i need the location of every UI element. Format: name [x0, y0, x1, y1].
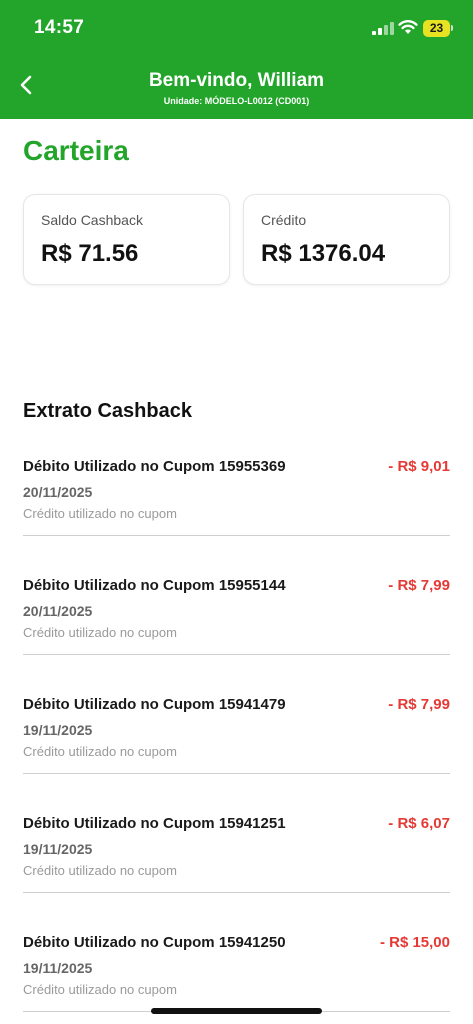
statement-item-date: 20/11/2025 — [23, 603, 93, 619]
statement-item-title: Débito Utilizado no Cupom 15955144 — [23, 577, 286, 594]
statement-item-title: Débito Utilizado no Cupom 15941250 — [23, 934, 286, 951]
credit-value: R$ 1376.04 — [261, 240, 386, 267]
battery-level: 23 — [423, 19, 450, 37]
battery-icon: 23 — [423, 19, 453, 37]
welcome-title: Bem-vindo, William — [148, 70, 325, 91]
home-indicator[interactable] — [151, 1008, 322, 1014]
statement-item-amount: - R$ 7,99 — [388, 577, 450, 594]
statement-item[interactable]: Débito Utilizado no Cupom 15941251 - R$ … — [23, 815, 450, 893]
statement-item-amount: - R$ 7,99 — [388, 696, 450, 713]
app-header: 14:57 23 Bem-vindo, William Unidade: MÓD… — [0, 0, 473, 119]
statement-item[interactable]: Débito Utilizado no Cupom 15955144 - R$ … — [23, 577, 450, 655]
statement-title: Extrato Cashback — [23, 400, 192, 422]
unit-subtitle: Unidade: MÓDELO-L0012 (CD001) — [163, 96, 310, 106]
statement-item-description: Crédito utilizado no cupom — [23, 625, 177, 640]
statement-item[interactable]: Débito Utilizado no Cupom 15955369 - R$ … — [23, 458, 450, 536]
credit-label: Crédito — [261, 212, 307, 228]
statement-item-title: Débito Utilizado no Cupom 15941479 — [23, 696, 286, 713]
statement-item-description: Crédito utilizado no cupom — [23, 506, 177, 521]
cashback-balance-label: Saldo Cashback — [41, 212, 143, 228]
statement-item-date: 19/11/2025 — [23, 841, 93, 857]
statement-item-title: Débito Utilizado no Cupom 15941251 — [23, 815, 286, 832]
page-title: Carteira — [23, 135, 129, 166]
credit-card: Crédito R$ 1376.04 — [243, 194, 450, 285]
statement-item-date: 19/11/2025 — [23, 722, 93, 738]
statement-item-amount: - R$ 9,01 — [388, 458, 450, 475]
statement-item-description: Crédito utilizado no cupom — [23, 982, 177, 997]
battery-tip — [451, 25, 453, 31]
statement-item-title: Débito Utilizado no Cupom 15955369 — [23, 458, 286, 475]
statement-item-amount: - R$ 15,00 — [379, 934, 450, 951]
statement-item-date: 19/11/2025 — [23, 960, 93, 976]
status-time: 14:57 — [34, 17, 85, 38]
cashback-balance-card: Saldo Cashback R$ 71.56 — [23, 194, 230, 285]
statement-item[interactable]: Débito Utilizado no Cupom 15941479 - R$ … — [23, 696, 450, 774]
statement-item-amount: - R$ 6,07 — [388, 815, 450, 832]
statement-item[interactable]: Débito Utilizado no Cupom 15941250 - R$ … — [23, 934, 450, 1012]
statement-item-description: Crédito utilizado no cupom — [23, 744, 177, 759]
nav-bar: Bem-vindo, William Unidade: MÓDELO-L0012… — [0, 60, 473, 115]
status-bar: 14:57 23 — [0, 0, 473, 56]
cashback-balance-value: R$ 71.56 — [41, 240, 139, 267]
cellular-signal-icon — [372, 22, 394, 35]
statement-item-date: 20/11/2025 — [23, 484, 93, 500]
statement-item-description: Crédito utilizado no cupom — [23, 863, 177, 878]
wifi-icon — [398, 20, 418, 34]
